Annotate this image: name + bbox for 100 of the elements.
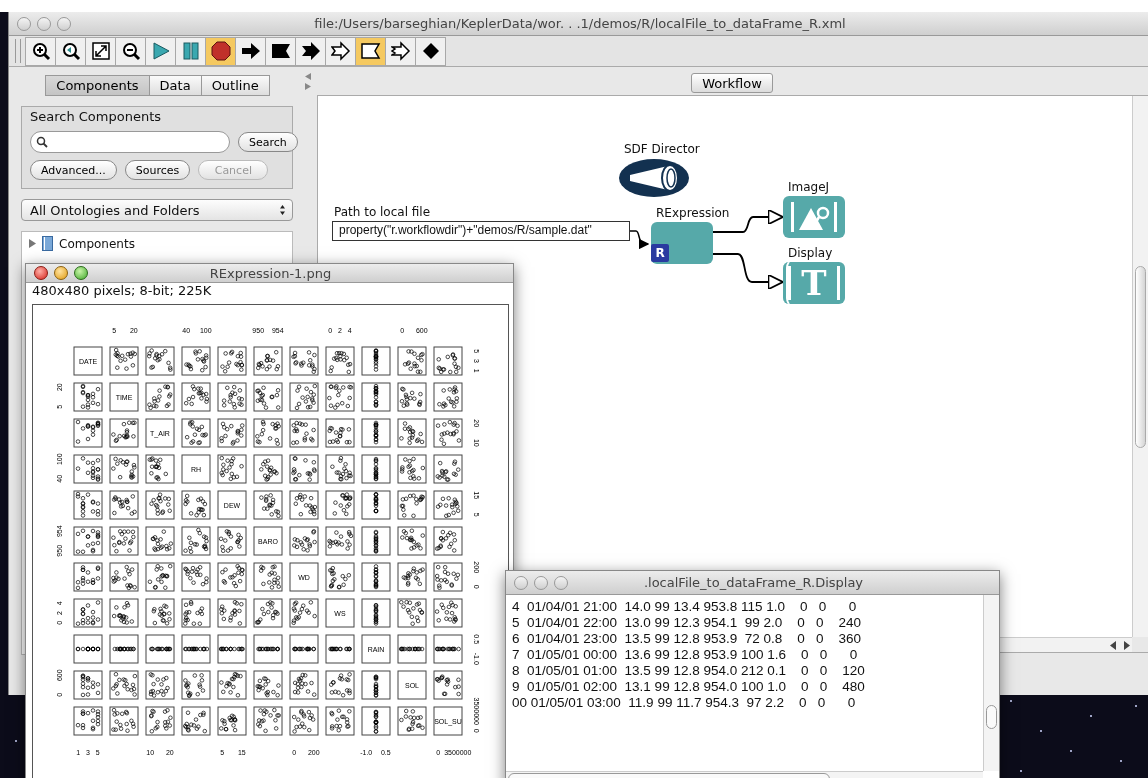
scatter-panel — [361, 670, 391, 700]
scatter-panel — [361, 346, 391, 376]
scatter-panel — [289, 598, 319, 628]
minimize-button[interactable] — [534, 575, 548, 590]
toolbar-button[interactable] — [25, 36, 56, 66]
scatter-panel — [109, 490, 139, 520]
scatter-panel — [145, 670, 175, 700]
collapse-left-icon[interactable] — [305, 73, 311, 80]
scatter-panel — [433, 490, 463, 520]
scatter-panel — [325, 670, 355, 700]
toolbar-button[interactable] — [115, 36, 146, 66]
output-line: 00 01/05/01 03:00 11.9 99 11.7 954.3 97 2.2 0 0 0 — [512, 695, 857, 711]
search-panel-button[interactable]: Sources — [124, 160, 191, 180]
scroll-arrows-icon[interactable] — [1108, 640, 1132, 650]
zoom-button[interactable] — [74, 266, 88, 280]
scatter-panel — [361, 490, 391, 520]
scatter-panel — [325, 382, 355, 412]
scatter-panel — [73, 490, 103, 520]
scatter-panel — [325, 706, 355, 736]
zoom-button[interactable] — [554, 575, 568, 590]
scatter-panel — [289, 454, 319, 484]
scatter-panel — [181, 526, 211, 556]
close-button[interactable] — [34, 266, 48, 280]
scatter-panel — [397, 562, 427, 592]
library-tab[interactable]: Outline — [200, 75, 270, 96]
scatter-panel — [181, 670, 211, 700]
actor-label: Display — [788, 246, 833, 260]
workflow-tab[interactable]: Workflow — [691, 73, 773, 93]
scatter-panel — [361, 562, 391, 592]
scatter-panel — [289, 670, 319, 700]
parameter-field[interactable]: property("r.workflowdir")+"demos/R/sample.dat" — [332, 221, 630, 241]
director-label: SDF Director — [624, 142, 700, 156]
imagej-actor[interactable] — [783, 196, 845, 238]
toolbar-button[interactable] — [235, 36, 266, 66]
fit-frame-icon — [90, 41, 111, 61]
scatter-panel — [325, 490, 355, 520]
toolbar-button[interactable] — [415, 36, 446, 66]
scatter-panel — [145, 562, 175, 592]
scatter-panel — [145, 706, 175, 736]
scatter-panel — [325, 418, 355, 448]
scatter-panel — [181, 598, 211, 628]
minimize-button[interactable] — [54, 266, 68, 280]
scatter-panel — [397, 346, 427, 376]
scatter-panel — [145, 634, 175, 664]
outline-arrow-icon — [330, 41, 351, 61]
toolbar-button[interactable] — [355, 36, 386, 66]
outline-zigzag-arrow-icon — [390, 41, 411, 61]
scatter-panel — [253, 418, 283, 448]
megaphone-icon[interactable] — [618, 158, 690, 198]
scatter-panel — [73, 526, 103, 556]
scatter-panel — [217, 634, 247, 664]
scatter-panel — [109, 418, 139, 448]
scatter-panel — [397, 418, 427, 448]
disclosure-triangle-icon[interactable] — [28, 239, 36, 248]
scatter-panel — [217, 706, 247, 736]
toolbar-button[interactable] — [295, 36, 326, 66]
toolbar-button[interactable] — [85, 36, 116, 66]
scatter-panel — [433, 418, 463, 448]
library-tab[interactable]: Data — [148, 75, 202, 96]
minimize-button[interactable] — [37, 16, 51, 31]
actor-label: ImageJ — [788, 180, 830, 194]
library-tab[interactable]: Components — [45, 75, 150, 96]
scatter-panel — [181, 706, 211, 736]
r-expression-actor[interactable]: R — [651, 222, 713, 264]
scatter-panel — [217, 346, 247, 376]
toolbar-button[interactable] — [265, 36, 296, 66]
scatter-panel — [109, 346, 139, 376]
scatter-panel — [397, 706, 427, 736]
search-field[interactable] — [30, 131, 230, 153]
toolbar-button[interactable] — [325, 36, 356, 66]
magnifier-plus-icon — [30, 41, 51, 61]
scatter-panel — [145, 382, 175, 412]
scatter-panel — [73, 670, 103, 700]
scatter-panel — [217, 418, 247, 448]
ontology-dropdown[interactable]: All Ontologies and Folders — [21, 199, 293, 221]
search-panel-button[interactable]: Advanced... — [30, 160, 117, 180]
toolbar-button[interactable] — [55, 36, 86, 66]
outline-banner-icon — [360, 41, 381, 61]
vertical-scrollbar[interactable] — [1132, 96, 1148, 637]
scatter-panel — [181, 418, 211, 448]
scatter-panel — [145, 346, 175, 376]
banner-icon — [270, 41, 291, 61]
mountain-magnifier-icon — [789, 200, 839, 234]
search-panel-button[interactable]: Search — [238, 132, 298, 152]
toolbar-button[interactable] — [385, 36, 416, 66]
scatter-panel — [325, 526, 355, 556]
scatter-panel — [73, 598, 103, 628]
toolbar-button[interactable] — [205, 36, 236, 66]
zoom-button[interactable] — [57, 16, 71, 31]
vertical-scrollbar[interactable] — [983, 595, 999, 771]
scatter-panel — [253, 670, 283, 700]
output-line: 6 01/04/01 23:00 13.5 99 12.8 953.9 72 0.8 0 0 360 — [512, 631, 863, 647]
expand-right-icon[interactable] — [305, 83, 311, 90]
scatter-panel — [253, 490, 283, 520]
scatter-panel — [433, 634, 463, 664]
scatter-panel — [109, 454, 139, 484]
search-icon — [36, 136, 48, 148]
scatter-panel — [289, 346, 319, 376]
tree-item[interactable]: Components — [28, 236, 286, 251]
scatter-panel — [433, 526, 463, 556]
